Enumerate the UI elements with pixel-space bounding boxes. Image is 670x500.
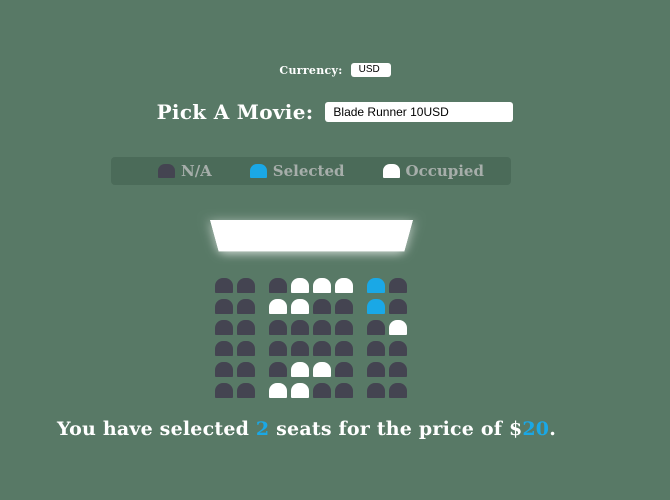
seat[interactable] [313,341,331,356]
seat[interactable] [237,362,255,377]
na-seat-icon [157,164,175,178]
seat[interactable] [237,383,255,398]
seat[interactable] [291,341,309,356]
seat[interactable] [367,341,385,356]
seat[interactable] [269,320,287,335]
seat-row [215,383,411,403]
seat [291,383,309,398]
seat-row [215,362,411,382]
seat[interactable] [389,299,407,314]
seat[interactable] [367,320,385,335]
seat[interactable] [367,299,385,314]
seat-legend: N/A Selected Occupied [111,157,511,185]
legend-label-selected: Selected [272,162,345,180]
total-price: 20 [522,418,550,440]
cinema-screen [210,220,413,252]
seat[interactable] [335,383,353,398]
seat [313,278,331,293]
seat[interactable] [313,383,331,398]
seat[interactable] [389,278,407,293]
summary-middle: seats for the price of $ [269,418,523,440]
seat-row [215,278,411,298]
seat [313,362,331,377]
occupied-seat-icon [382,164,400,178]
seat[interactable] [215,341,233,356]
seat[interactable] [237,278,255,293]
seat[interactable] [269,278,287,293]
legend-item-occupied: Occupied [382,162,484,180]
movie-select[interactable]: Blade Runner 10USD [325,102,514,122]
legend-label-occupied: Occupied [405,162,484,180]
seat-grid [215,278,411,404]
seat[interactable] [313,320,331,335]
seat[interactable] [335,341,353,356]
seat[interactable] [215,320,233,335]
seat [269,299,287,314]
seat[interactable] [389,383,407,398]
seat [269,383,287,398]
seat [291,362,309,377]
seat[interactable] [269,362,287,377]
seat[interactable] [215,278,233,293]
seat[interactable] [367,278,385,293]
seat [291,278,309,293]
currency-label: Currency: [279,63,343,77]
selected-count: 2 [255,418,270,440]
legend-label-na: N/A [180,162,212,180]
seat [389,320,407,335]
selection-summary: You have selected 2 seats for the price … [57,418,556,440]
seat[interactable] [335,362,353,377]
seat[interactable] [389,341,407,356]
seat [335,278,353,293]
seat[interactable] [389,362,407,377]
seat-row [215,320,411,340]
seat[interactable] [237,299,255,314]
seat[interactable] [291,320,309,335]
currency-container: Currency: USD [0,63,670,77]
seat-row [215,341,411,361]
seat-row [215,299,411,319]
seat[interactable] [215,362,233,377]
movie-container: Pick A Movie: Blade Runner 10USD [0,100,670,124]
movie-label: Pick A Movie: [156,100,314,124]
seat[interactable] [367,362,385,377]
seat[interactable] [237,320,255,335]
selected-seat-icon [249,164,267,178]
seat[interactable] [215,383,233,398]
seat[interactable] [237,341,255,356]
seat[interactable] [269,341,287,356]
seat [291,299,309,314]
summary-suffix: . [549,418,557,440]
currency-select[interactable]: USD [350,63,391,77]
seat[interactable] [335,299,353,314]
seat[interactable] [215,299,233,314]
legend-item-selected: Selected [249,162,345,180]
seat[interactable] [313,299,331,314]
seat[interactable] [367,383,385,398]
summary-prefix: You have selected [57,418,256,440]
legend-item-na: N/A [157,162,212,180]
seat[interactable] [335,320,353,335]
